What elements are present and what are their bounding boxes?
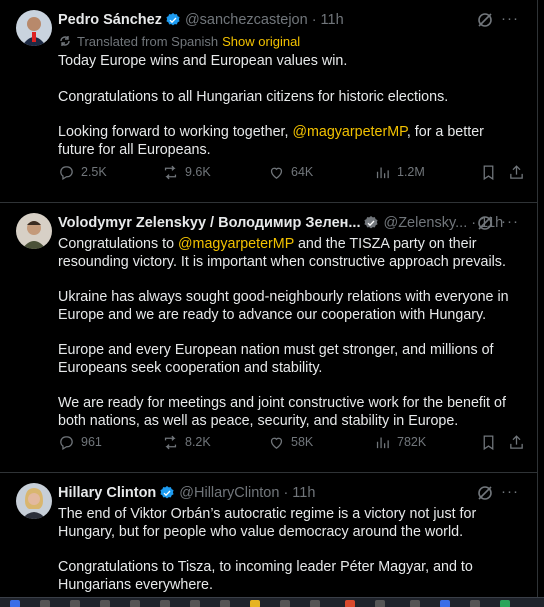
separator-dot: ·: [283, 485, 289, 501]
show-original-link[interactable]: Show original: [222, 34, 300, 49]
taskbar-app-icon[interactable]: [70, 600, 80, 607]
start-icon[interactable]: [10, 600, 20, 607]
verified-badge-icon: [166, 13, 180, 26]
taskbar-app-icon[interactable]: [440, 600, 450, 607]
taskbar: [0, 597, 544, 607]
verified-badge-icon: [160, 486, 174, 499]
like-button[interactable]: 58K: [268, 434, 313, 451]
tweet-clinton[interactable]: Hillary Clinton @HillaryClinton · 11h ··…: [0, 473, 537, 597]
like-button[interactable]: 64K: [268, 164, 313, 181]
author-handle[interactable]: @sanchezcastejon: [185, 12, 308, 28]
taskbar-app-icon[interactable]: [375, 600, 385, 607]
share-button[interactable]: [508, 164, 525, 181]
timeline-feed: Pedro Sánchez @sanchezcastejon · 11h ···…: [0, 0, 538, 597]
translate-icon: [60, 36, 70, 46]
bookmark-icon: [483, 434, 494, 450]
more-options-icon[interactable]: ···: [501, 10, 519, 27]
avatar[interactable]: [16, 483, 52, 519]
reply-button[interactable]: 961: [58, 434, 102, 451]
repost-button[interactable]: 8.2K: [162, 434, 211, 451]
tweet-text: The end of Viktor Orbán’s autocratic reg…: [58, 506, 477, 593]
reply-icon: [60, 435, 73, 450]
taskbar-app-icon[interactable]: [410, 600, 420, 607]
tweet-text: Today Europe wins and European values wi…: [58, 53, 484, 158]
taskbar-app-icon[interactable]: [160, 600, 170, 607]
taskbar-app-icon[interactable]: [220, 600, 230, 607]
taskbar-app-icon[interactable]: [345, 600, 355, 607]
grok-icon[interactable]: [477, 485, 493, 501]
avatar[interactable]: [16, 213, 52, 249]
taskbar-app-icon[interactable]: [500, 600, 510, 607]
views-button[interactable]: 782K: [374, 434, 426, 451]
taskbar-app-icon[interactable]: [310, 600, 320, 607]
author-name[interactable]: Volodymyr Zelenskyy / Володимир Зелен...: [58, 215, 360, 231]
timestamp[interactable]: 11h: [292, 485, 315, 501]
taskbar-app-icon[interactable]: [470, 600, 480, 607]
reply-icon: [60, 165, 73, 180]
tweet-header: Pedro Sánchez @sanchezcastejon · 11h: [58, 10, 521, 30]
separator-dot: ·: [311, 12, 317, 28]
taskbar-app-icon[interactable]: [100, 600, 110, 607]
grok-icon[interactable]: [477, 215, 493, 231]
mention-link[interactable]: @magyarpeterMP: [178, 236, 294, 252]
views-icon: [376, 437, 389, 448]
translated-label: Translated from Spanish: [77, 33, 219, 49]
repost-icon: [164, 435, 177, 449]
heart-icon: [270, 167, 283, 179]
share-icon: [510, 164, 523, 179]
author-name[interactable]: Pedro Sánchez: [58, 12, 162, 28]
tweet-text: Congratulations to @magyarpeterMP and th…: [58, 236, 509, 429]
taskbar-app-icon[interactable]: [130, 600, 140, 607]
more-options-icon[interactable]: ···: [501, 483, 519, 500]
translation-notice: Translated from Spanish Show original: [58, 32, 521, 50]
more-options-icon[interactable]: ···: [501, 213, 519, 230]
timestamp[interactable]: 11h: [321, 12, 344, 28]
views-button[interactable]: 1.2M: [374, 164, 425, 181]
bookmark-button[interactable]: [480, 164, 497, 181]
mention-link[interactable]: @magyarpeterMP: [292, 124, 406, 140]
share-button[interactable]: [508, 434, 525, 451]
author-name[interactable]: Hillary Clinton: [58, 485, 156, 501]
grok-icon[interactable]: [477, 12, 493, 28]
taskbar-app-icon[interactable]: [190, 600, 200, 607]
heart-icon: [270, 437, 283, 449]
views-icon: [376, 167, 389, 178]
bookmark-icon: [483, 164, 494, 180]
share-icon: [510, 434, 523, 449]
taskbar-app-icon[interactable]: [280, 600, 290, 607]
taskbar-app-icon[interactable]: [40, 600, 50, 607]
tweet-header: Volodymyr Zelenskyy / Володимир Зелен...…: [58, 213, 521, 233]
author-handle[interactable]: @Zelensky...: [383, 215, 467, 231]
taskbar-app-icon[interactable]: [250, 600, 260, 607]
author-handle[interactable]: @HillaryClinton: [179, 485, 279, 501]
reply-button[interactable]: 2.5K: [58, 164, 107, 181]
bookmark-button[interactable]: [480, 434, 497, 451]
repost-button[interactable]: 9.6K: [162, 164, 211, 181]
separator-dot: ·: [471, 215, 477, 231]
verified-badge-icon: [364, 216, 379, 229]
avatar[interactable]: [16, 10, 52, 46]
tweet-header: Hillary Clinton @HillaryClinton · 11h: [58, 483, 521, 503]
tweet-sanchez[interactable]: Pedro Sánchez @sanchezcastejon · 11h ···…: [0, 0, 537, 203]
repost-icon: [164, 165, 177, 179]
tweet-zelenskyy[interactable]: Volodymyr Zelenskyy / Володимир Зелен...…: [0, 203, 537, 473]
